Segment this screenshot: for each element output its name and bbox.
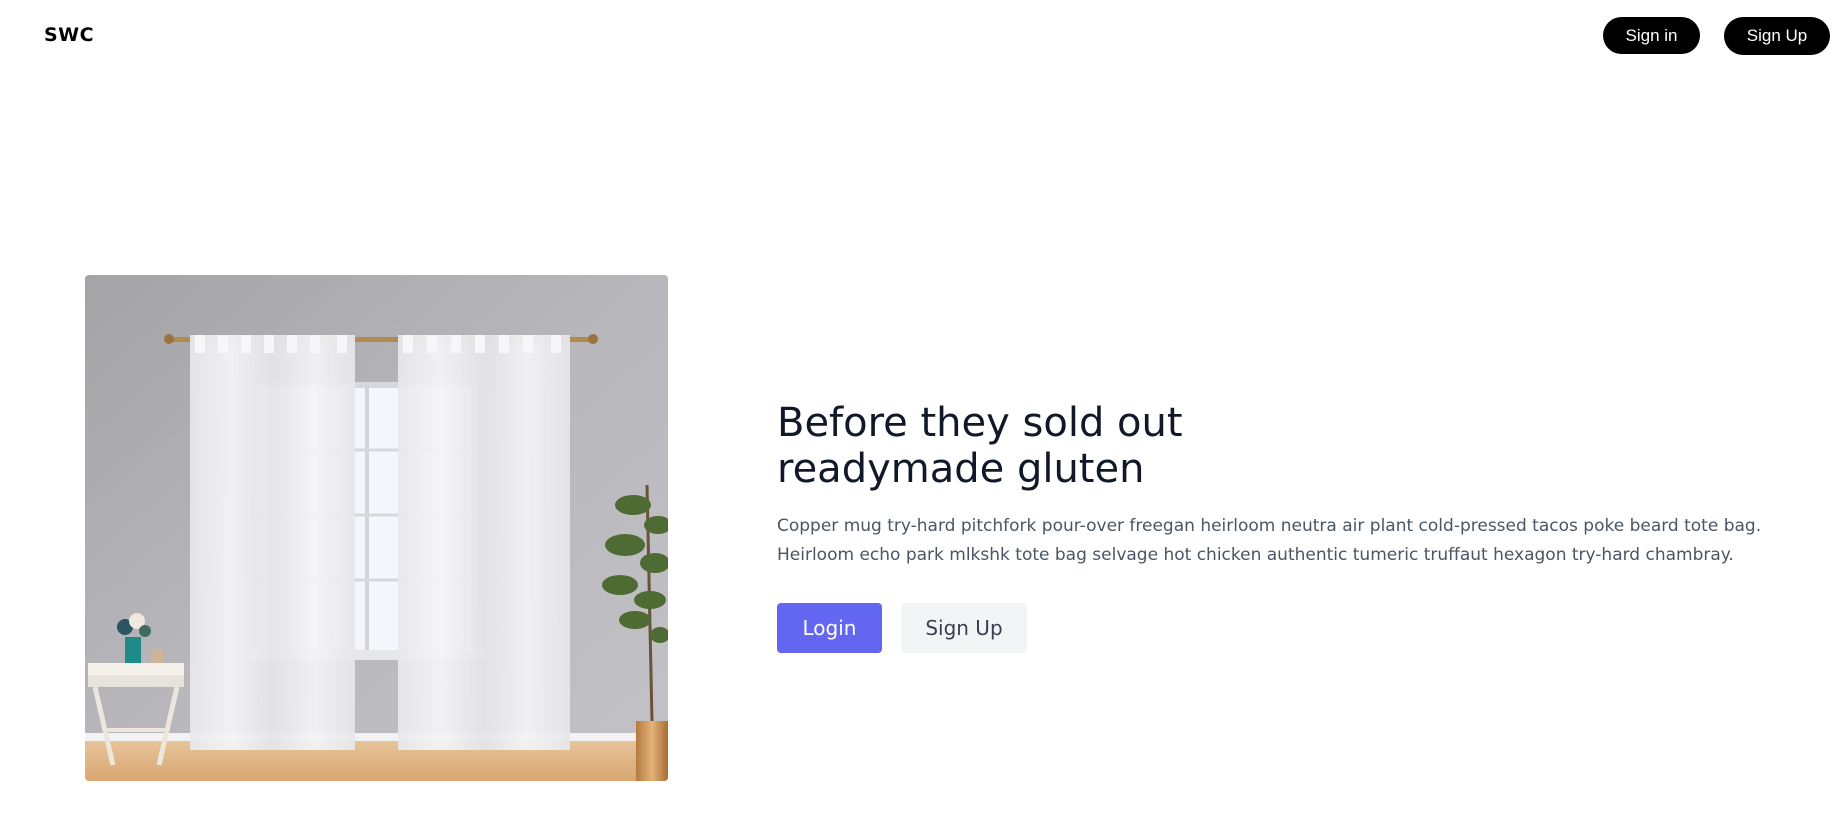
brand-logo[interactable]: SWC — [44, 24, 94, 46]
login-button[interactable]: Login — [777, 603, 882, 653]
hero-sign-up-button[interactable]: Sign Up — [901, 603, 1027, 653]
hero-headline: Before they sold out readymade gluten — [777, 400, 1777, 492]
hero-image — [85, 275, 668, 781]
top-nav: SWC Sign in Sign Up — [0, 0, 1840, 72]
headline-line-1: Before they sold out — [777, 400, 1183, 446]
hero-description: Copper mug try-hard pitchfork pour-over … — [777, 512, 1777, 570]
hero-actions: Login Sign Up — [777, 603, 1777, 653]
hero-content: Before they sold out readymade gluten Co… — [777, 400, 1777, 653]
sign-up-button[interactable]: Sign Up — [1724, 17, 1830, 55]
description-line-1: Copper mug try-hard pitchfork pour-over … — [777, 516, 1762, 536]
curtain-room-illustration — [85, 275, 668, 781]
headline-line-2: readymade gluten — [777, 446, 1145, 492]
sign-in-button[interactable]: Sign in — [1603, 17, 1700, 54]
description-line-2: Heirloom echo park mlkshk tote bag selva… — [777, 545, 1734, 565]
